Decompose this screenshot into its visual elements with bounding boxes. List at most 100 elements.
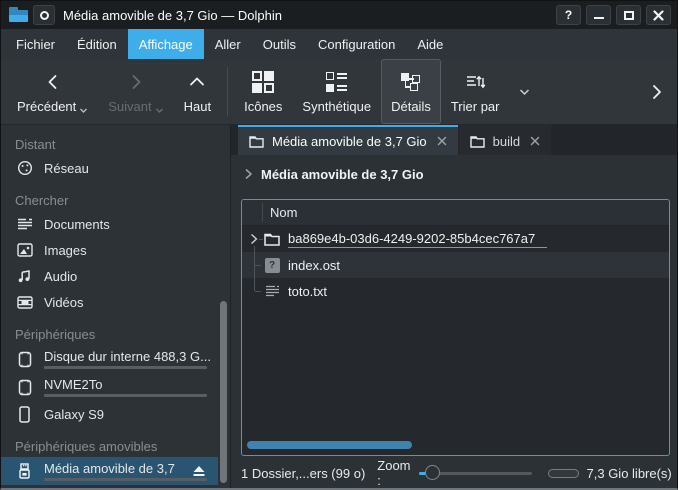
folder-icon [249,135,264,148]
disk-usage-bar [44,394,207,397]
back-icon [44,69,62,95]
eject-button[interactable] [192,465,206,477]
sidebar-item-label: Galaxy S9 [44,407,104,422]
sort-by-dropdown[interactable] [509,59,540,124]
sidebar-item-documents[interactable]: Documents [1,211,230,237]
window-icon-button[interactable] [33,5,55,25]
sidebar-scrollbar[interactable] [220,301,227,483]
phone-icon [16,406,33,423]
sidebar-item-reseau[interactable]: Réseau [1,155,230,181]
maximize-button[interactable] [616,5,641,25]
disk-usage-bar [44,478,207,481]
compact-view-icon [326,69,347,95]
help-button[interactable]: ? [556,5,581,25]
file-name[interactable]: toto.txt [288,284,327,299]
disk-usage-bar [44,366,207,369]
tab-close-button[interactable] [437,136,447,146]
audio-icon [16,269,33,284]
zoom-label: Zoom : [377,458,410,488]
file-row-toto-txt[interactable]: toto.txt [242,278,669,304]
section-chercher: Chercher [1,189,230,211]
breadcrumb: Média amovible de 3,7 Gio [231,155,677,193]
tab-bar: Média amovible de 3,7 Gio build [231,125,677,155]
sort-by-button[interactable]: Trier par [441,59,510,124]
chevron-right-icon [651,84,663,100]
status-bar: 1 Dossier,...ers (99 o) Zoom : 7,3 Gio l… [231,458,677,488]
hard-drive-icon [16,351,33,368]
window-title: Média amovible de 3,7 Gio — Dolphin [63,8,551,23]
sidebar-item-label: Réseau [44,161,89,176]
hard-drive-icon [16,379,33,396]
expand-chevron-icon[interactable] [247,231,261,247]
up-button[interactable]: Haut [174,59,221,124]
details-view-icon [400,69,422,95]
sidebar-item-label: Audio [44,269,77,284]
sidebar-item-label: Média amovible de 3,7 ... [44,461,177,476]
tab-build[interactable]: build [459,125,551,155]
close-icon [530,136,540,146]
file-view: Nom ba869e4b-03d6-4249-9202-85b4cec767a7 [241,199,670,456]
tab-close-button[interactable] [530,136,540,146]
menu-edition[interactable]: Édition [66,29,128,59]
unknown-file-icon: ? [264,257,280,273]
section-peripheriques-amovibles: Périphériques amovibles [1,435,230,457]
sidebar-item-label: Documents [44,217,110,232]
chevron-right-icon[interactable] [244,168,253,180]
zoom-slider[interactable] [419,464,532,482]
text-file-icon [264,283,280,299]
zoom-slider-handle[interactable] [425,465,440,480]
minimize-button[interactable] [586,5,611,25]
file-row-folder[interactable]: ba869e4b-03d6-4249-9202-85b4cec767a7 [242,226,669,252]
folder-icon [470,135,485,148]
file-name[interactable]: index.ost [288,258,340,273]
chevron-down-icon [79,107,88,114]
sidebar-item-media-amovible[interactable]: Média amovible de 3,7 ... [1,457,218,485]
eject-icon [192,465,206,477]
menu-outils[interactable]: Outils [252,29,307,59]
file-name[interactable]: ba869e4b-03d6-4249-9202-85b4cec767a7 [288,231,547,248]
menu-fichier[interactable]: Fichier [5,29,66,59]
column-header[interactable]: Nom [242,200,669,226]
chevron-down-icon [155,107,164,114]
places-panel: Distant Réseau Chercher Documents Images [1,125,231,488]
tab-media-amovible[interactable]: Média amovible de 3,7 Gio [238,125,458,155]
menu-aller[interactable]: Aller [204,29,252,59]
toolbar-overflow-button[interactable] [643,59,671,124]
sidebar-item-galaxy-s9[interactable]: Galaxy S9 [1,401,230,427]
column-name[interactable]: Nom [270,205,297,220]
menubar: Fichier Édition Affichage Aller Outils C… [1,29,677,59]
titlebar: Média amovible de 3,7 Gio — Dolphin ? [1,1,677,29]
videos-icon [16,296,33,309]
forward-button[interactable]: Suivant [98,59,173,124]
up-icon [188,69,206,95]
sidebar-item-nvme2to[interactable]: NVME2To [1,373,230,401]
sidebar-item-videos[interactable]: Vidéos [1,289,230,315]
close-button[interactable] [646,5,671,25]
horizontal-scrollbar[interactable] [247,441,412,449]
forward-icon [127,69,145,95]
icons-view-icon [252,69,274,95]
tab-label: Média amovible de 3,7 Gio [272,134,427,149]
sidebar-item-disque-dur[interactable]: Disque dur interne 488,3 G... [1,345,230,373]
menu-affichage[interactable]: Affichage [128,29,204,59]
close-icon [437,136,447,146]
file-row-index-ost[interactable]: ? index.ost [242,252,669,278]
documents-icon [16,217,33,231]
sidebar-item-label: Vidéos [44,295,84,310]
section-distant: Distant [1,133,230,155]
free-space-bar [548,469,579,478]
sidebar-item-label: NVME2To [44,377,218,392]
menu-configuration[interactable]: Configuration [307,29,406,59]
compact-view-button[interactable]: Synthétique [292,59,381,124]
help-icon: ? [565,8,572,22]
menu-aide[interactable]: Aide [406,29,454,59]
icons-view-button[interactable]: Icônes [234,59,292,124]
breadcrumb-location[interactable]: Média amovible de 3,7 Gio [261,167,424,182]
free-space-label: 7,3 Gio libre(s) [587,466,672,481]
tab-label: build [493,134,520,149]
sidebar-item-images[interactable]: Images [1,237,230,263]
details-view-button[interactable]: Détails [381,59,441,124]
sidebar-item-audio[interactable]: Audio [1,263,230,289]
back-button[interactable]: Précédent [7,59,98,124]
chevron-down-icon [519,88,530,96]
